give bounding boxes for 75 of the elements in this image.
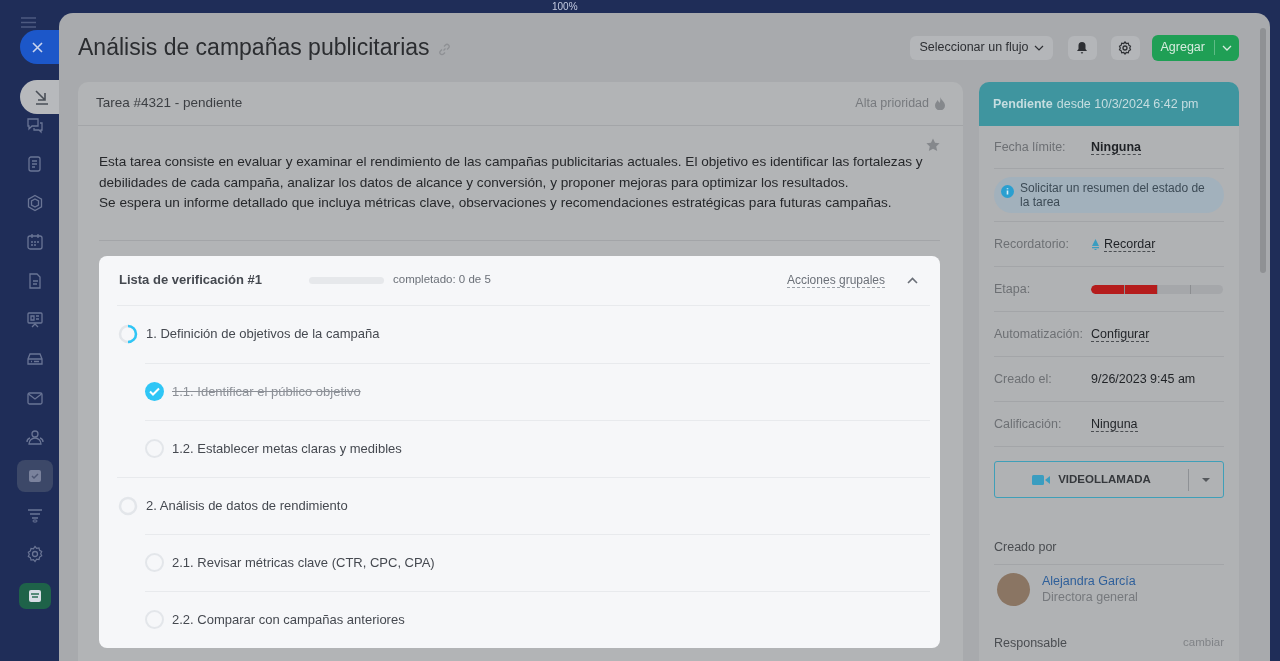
field-label: Calificación: — [994, 415, 1063, 433]
settings-button[interactable] — [1110, 35, 1140, 60]
checklist-item: 1.1. Identificar el público objetivo — [172, 382, 361, 401]
funnel-icon — [26, 506, 44, 524]
drive-icon — [26, 350, 44, 368]
star-icon[interactable] — [926, 138, 940, 152]
stage-bar[interactable] — [1091, 284, 1223, 294]
hexagon-icon — [26, 194, 44, 212]
store-icon — [26, 587, 44, 605]
add-button[interactable]: Agregar — [1151, 34, 1239, 61]
status-state: Pendiente — [993, 95, 1053, 113]
checklist-item: 2.2. Comparar con campañas anteriores — [172, 610, 405, 629]
checkbox[interactable] — [145, 382, 164, 401]
description-text: Esta tarea consiste en evaluar y examinar el rendimiento de las campañas publicitarias actuales. El objetivo es identificar las fortalezas y debilidades de cada campaña, analizar los datos de alcance y conversión, y proponer mejoras para optimizar los resultados. — [99, 153, 924, 192]
panel-tab[interactable] — [20, 80, 59, 114]
user-name-link[interactable]: Alejandra García — [1042, 573, 1138, 590]
checklist-title: Lista de verificación #1 — [118, 271, 264, 290]
chevron-down-icon — [1033, 44, 1044, 51]
checkbox-icon — [26, 467, 44, 485]
description-text: Se espera un informe detallado que incluya métricas clave, observaciones y recomendaciones estratégicas para futuras campañas. — [99, 194, 893, 212]
collapse-icon[interactable] — [907, 276, 918, 284]
settings-icon — [26, 545, 44, 563]
field-label: Creado el: — [994, 370, 1053, 388]
users-icon — [26, 428, 44, 446]
window-title: Análisis de campañas publicitarias — [78, 33, 430, 63]
group-actions-link[interactable]: Acciones grupales — [786, 272, 885, 288]
flame-icon[interactable] — [935, 97, 945, 110]
created-by-label: Creado por — [994, 538, 1224, 565]
checkmark-icon — [149, 387, 160, 396]
field-label: Fecha límite: — [994, 138, 1067, 156]
add-label[interactable]: Agregar — [1151, 38, 1214, 57]
checklist-item: 2. Análisis de datos de rendimiento — [146, 496, 348, 515]
field-link[interactable]: Ninguna — [1091, 416, 1138, 432]
priority-label: Alta prioridad — [855, 95, 929, 113]
field-label: Recordatorio: — [994, 235, 1071, 253]
sidebar-item[interactable] — [19, 583, 51, 609]
dropdown-caret-icon — [1202, 477, 1210, 482]
zoom-label: 100% — [552, 2, 578, 12]
bell-icon — [1076, 41, 1088, 54]
info-banner[interactable]: Solicitar un resumen del estado de la tarea — [994, 177, 1224, 213]
chat-icon — [26, 116, 44, 134]
video-camera-icon — [1032, 474, 1051, 485]
user-role: Directora general — [1042, 589, 1138, 606]
menu-icon[interactable] — [21, 17, 36, 28]
checklist-item: 1. Definición de objetivos de la campaña — [146, 325, 380, 344]
minimize-icon — [33, 88, 51, 106]
video-call-button[interactable]: VIDEOLLAMADA — [994, 461, 1224, 498]
progress-text: completado: 0 de 5 — [393, 272, 491, 288]
field-label: Automatización: — [994, 325, 1084, 343]
checklist-item: 2.1. Revisar métricas clave (CTR, CPC, CPA) — [172, 553, 435, 572]
document-icon — [26, 155, 44, 173]
presentation-icon — [26, 311, 44, 329]
bell-icon — [1091, 238, 1100, 250]
field-link[interactable]: Ninguna — [1091, 139, 1141, 155]
field-value: 9/26/2023 9:45 am — [1091, 370, 1196, 388]
notification-button[interactable] — [1067, 35, 1097, 60]
caret-icon[interactable] — [1222, 44, 1232, 51]
responsible-label: Responsable — [994, 634, 1067, 652]
close-button[interactable] — [20, 30, 59, 64]
mail-icon — [26, 389, 44, 407]
close-icon — [32, 41, 43, 53]
link-icon[interactable] — [437, 43, 451, 56]
flow-select[interactable]: Seleccionar un flujo — [910, 35, 1053, 60]
status-since: desde 10/3/2024 6:42 pm — [1056, 95, 1199, 113]
avatar — [997, 572, 1030, 606]
progress-ring-icon[interactable] — [118, 324, 138, 344]
checklist-item: 1.2. Establecer metas claras y medibles — [172, 439, 402, 458]
file-icon — [26, 272, 44, 290]
task-header: Tarea #4321 - pendiente — [96, 94, 243, 113]
reminder-link[interactable]: Recordar — [1104, 236, 1156, 252]
field-label: Etapa: — [994, 280, 1032, 298]
settings-icon — [1118, 40, 1132, 55]
info-icon — [1001, 185, 1014, 198]
calendar-icon — [26, 233, 44, 251]
field-link[interactable]: Configurar — [1091, 326, 1150, 342]
